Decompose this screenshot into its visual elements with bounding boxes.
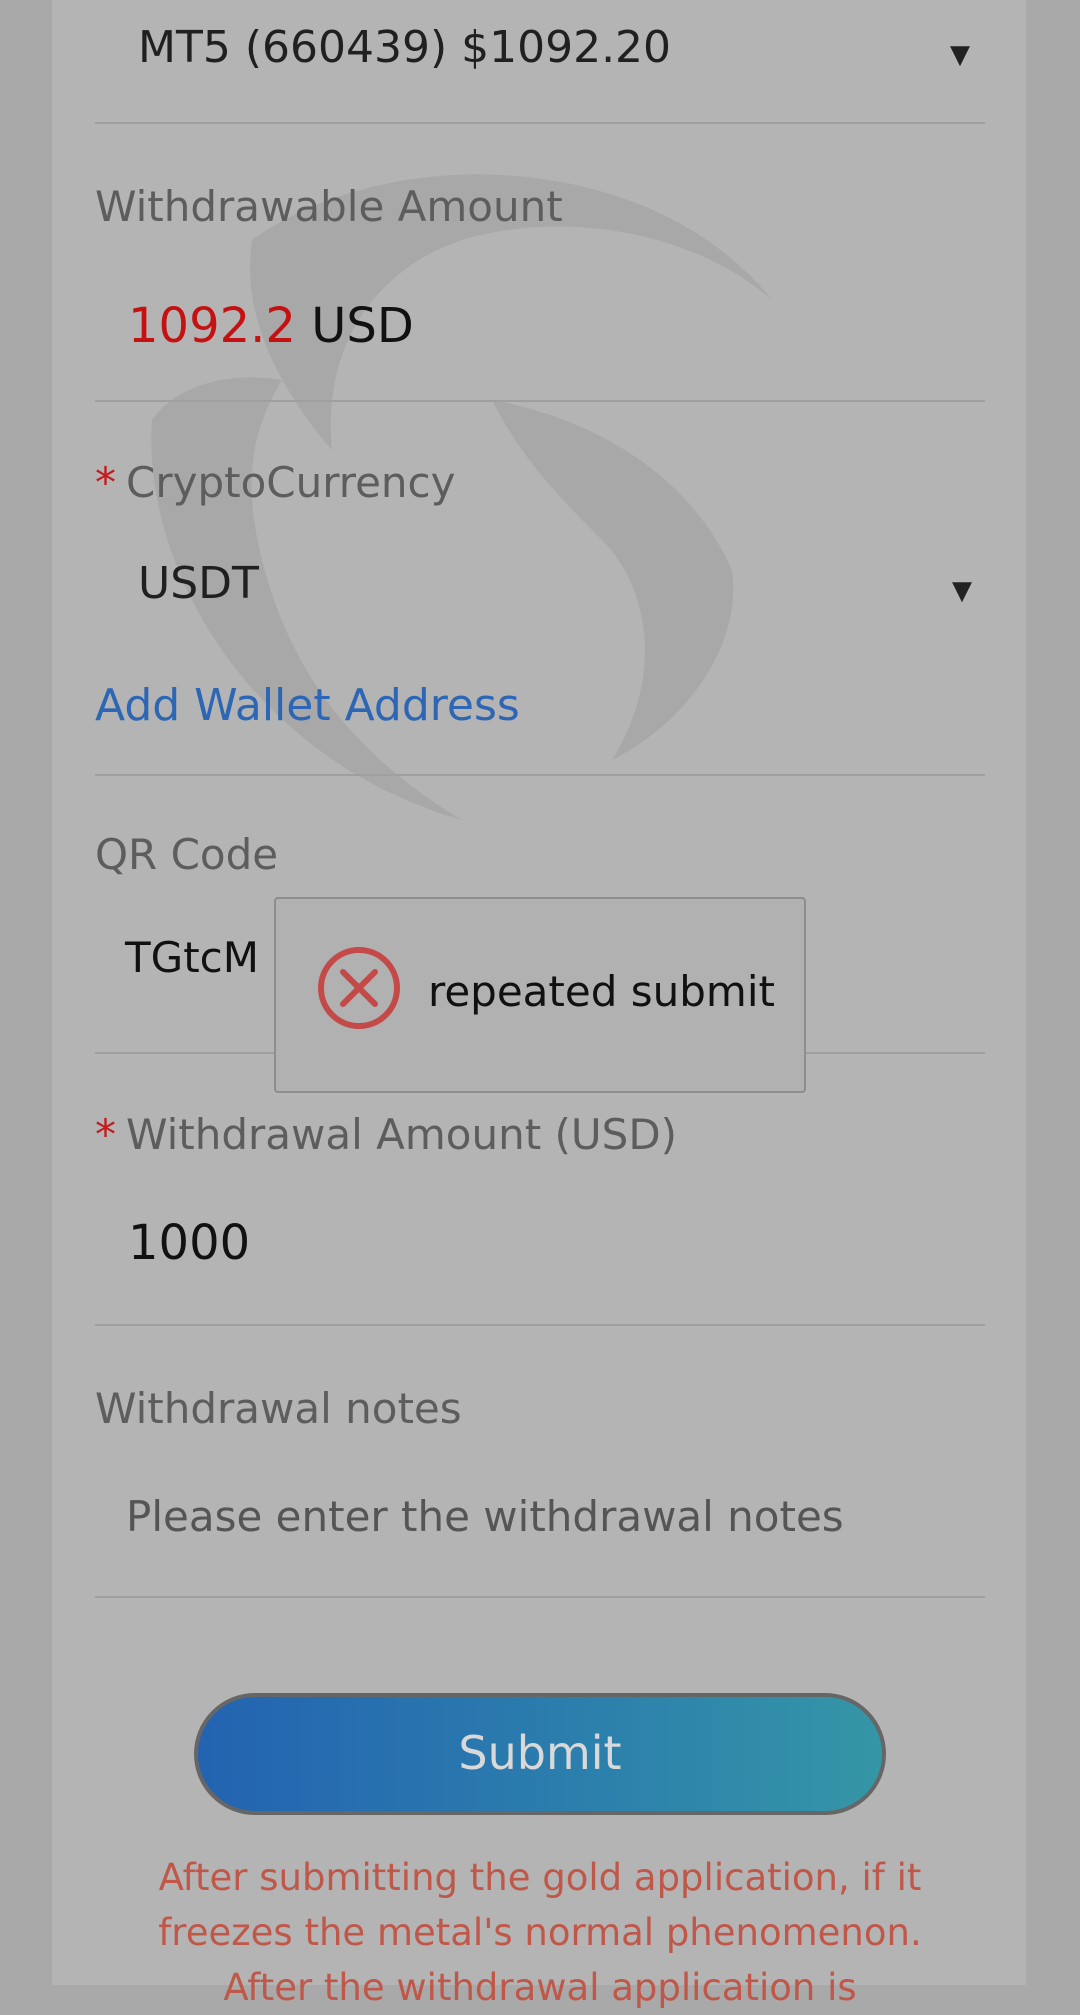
withdrawable-amount-number: 1092.2 [128, 298, 296, 354]
add-wallet-address-link[interactable]: Add Wallet Address [95, 680, 520, 731]
divider [95, 122, 985, 124]
withdrawable-amount-value: 1092.2 USD [128, 298, 414, 354]
divider [95, 774, 985, 776]
error-circle-x-icon [318, 947, 400, 1029]
withdrawable-amount-currency: USD [311, 298, 414, 354]
submit-button[interactable]: Submit [194, 1693, 886, 1815]
toast-message: repeated submit [428, 967, 775, 1016]
cryptocurrency-label: * CryptoCurrency [95, 458, 456, 507]
error-toast: repeated submit [274, 897, 806, 1093]
cryptocurrency-select-value: USDT [138, 558, 259, 609]
withdrawal-disclaimer: After submitting the gold application, i… [158, 1856, 922, 2009]
withdrawal-amount-label: * Withdrawal Amount (USD) [95, 1110, 677, 1159]
withdrawal-amount-input[interactable]: 1000 [128, 1215, 250, 1271]
chevron-down-icon: ▼ [952, 576, 972, 606]
withdrawable-amount-label: Withdrawable Amount [95, 182, 563, 231]
divider [95, 1324, 985, 1326]
withdrawal-amount-label-text: Withdrawal Amount (USD) [126, 1110, 678, 1159]
chevron-down-icon: ▼ [950, 40, 970, 70]
divider [95, 1596, 985, 1598]
withdrawal-notes-input[interactable]: Please enter the withdrawal notes [126, 1492, 844, 1541]
qr-code-label: QR Code [95, 830, 279, 879]
required-mark: * [95, 1110, 116, 1159]
account-select-value: MT5 (660439) $1092.20 [138, 22, 672, 73]
required-mark: * [95, 458, 116, 507]
divider [95, 400, 985, 402]
withdrawal-notes-label: Withdrawal notes [95, 1384, 462, 1433]
cryptocurrency-label-text: CryptoCurrency [126, 458, 456, 507]
